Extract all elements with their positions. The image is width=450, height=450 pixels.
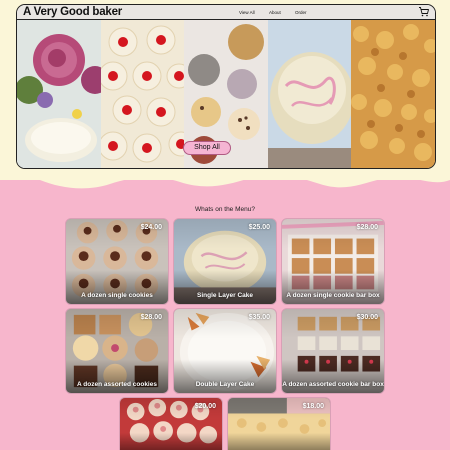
price-label: $18.00 bbox=[302, 403, 324, 410]
nav-about[interactable]: About bbox=[269, 5, 281, 20]
price-label: $25.00 bbox=[248, 224, 270, 231]
price-label: $35.00 bbox=[248, 314, 270, 321]
menu-card-single-cookies[interactable]: $24.00 A dozen single cookies bbox=[65, 218, 169, 305]
price-label: $28.00 bbox=[356, 224, 378, 231]
item-name: Double Layer Cake bbox=[195, 381, 255, 388]
shop-all-button[interactable]: Shop All bbox=[183, 141, 231, 155]
menu-card-single-cookie-bar-box[interactable]: $28.00 A dozen single cookie bar box bbox=[281, 218, 385, 305]
hero-photo-roses bbox=[17, 20, 101, 168]
item-name: A dozen single cookie bar box bbox=[286, 292, 380, 299]
price-label: $30.00 bbox=[356, 314, 378, 321]
wave-divider bbox=[0, 166, 450, 189]
price-label: $20.00 bbox=[194, 403, 216, 410]
nav-view-all[interactable]: View All bbox=[239, 5, 255, 20]
item-name: A dozen assorted cookies bbox=[77, 381, 157, 388]
top-navbar: A Very Good baker View All About Order bbox=[17, 5, 435, 20]
menu-card-cupcakes[interactable]: $20.00 bbox=[119, 397, 223, 450]
menu-card-crumb-cake[interactable]: $18.00 bbox=[227, 397, 331, 450]
menu-card-double-layer-cake[interactable]: $35.00 Double Layer Cake bbox=[173, 308, 277, 394]
menu-card-assorted-cookies[interactable]: $28.00 A dozen assorted cookies bbox=[65, 308, 169, 394]
item-name: A dozen single cookies bbox=[81, 292, 153, 299]
menu-heading: Whats on the Menu? bbox=[195, 206, 255, 213]
price-label: $24.00 bbox=[140, 224, 162, 231]
hero-photo-frosted-cake bbox=[267, 20, 352, 168]
item-name: A dozen assorted cookie bar box bbox=[282, 381, 384, 388]
nav-order[interactable]: Order bbox=[295, 5, 307, 20]
brand-logo[interactable]: A Very Good baker bbox=[23, 5, 122, 20]
menu-card-single-layer-cake[interactable]: $25.00 Single Layer Cake bbox=[173, 218, 277, 305]
shopping-cart-icon[interactable] bbox=[418, 6, 430, 18]
item-name: Single Layer Cake bbox=[197, 292, 253, 299]
price-label: $28.00 bbox=[140, 314, 162, 321]
menu-card-assorted-cookie-bar-box[interactable]: $30.00 A dozen assorted cookie bar box bbox=[281, 308, 385, 394]
hero-photo-crumb-cake bbox=[351, 20, 435, 168]
hero-photo-thumbprint-cookies bbox=[100, 20, 185, 168]
